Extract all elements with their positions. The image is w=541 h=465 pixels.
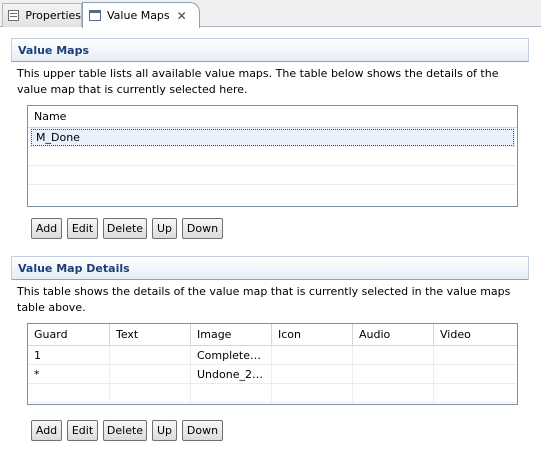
add-value-map-button[interactable]: Add [31, 218, 62, 239]
value-map-details-table[interactable]: Guard Text Image Icon Audio Video 1 Comp… [27, 323, 518, 405]
details-table-header: Guard Text Image Icon Audio Video [28, 324, 517, 346]
value-maps-icon [89, 10, 101, 21]
audio-cell[interactable] [353, 365, 434, 383]
table-row[interactable]: M_Done [30, 128, 515, 147]
properties-icon [8, 10, 20, 21]
view-tab-bar: Properties Value Maps ✕ [0, 0, 541, 28]
image-cell[interactable]: Complete… [191, 346, 272, 364]
video-cell[interactable] [434, 346, 517, 364]
column-header-name[interactable]: Name [28, 106, 517, 127]
value-map-details-section-title: Value Map Details [11, 256, 529, 280]
edit-value-map-button[interactable]: Edit [67, 218, 98, 239]
delete-detail-button[interactable]: Delete [103, 420, 147, 441]
icon-cell[interactable] [272, 346, 353, 364]
value-maps-section: Value Maps This upper table lists all av… [11, 38, 529, 98]
table-row[interactable]: 1 Complete… [28, 346, 517, 365]
add-detail-button[interactable]: Add [31, 420, 62, 441]
edit-detail-button[interactable]: Edit [67, 420, 98, 441]
move-down-value-map-button[interactable]: Down [182, 218, 223, 239]
column-header-video[interactable]: Video [434, 324, 517, 345]
table-row-empty[interactable] [28, 384, 517, 403]
move-down-detail-button[interactable]: Down [182, 420, 223, 441]
tab-properties[interactable]: Properties [2, 3, 82, 27]
column-header-image[interactable]: Image [191, 324, 272, 345]
video-cell[interactable] [434, 365, 517, 383]
close-icon[interactable]: ✕ [177, 10, 187, 22]
value-maps-description: This upper table lists all available val… [17, 67, 499, 96]
table-row-empty[interactable] [28, 166, 517, 185]
icon-cell[interactable] [272, 365, 353, 383]
move-up-value-map-button[interactable]: Up [152, 218, 177, 239]
guard-cell[interactable]: * [28, 365, 110, 383]
value-map-details-section: Value Map Details This table shows the d… [11, 256, 529, 316]
table-row-empty[interactable] [28, 147, 517, 166]
text-cell[interactable] [110, 346, 191, 364]
tab-properties-label: Properties [25, 9, 81, 22]
column-header-icon[interactable]: Icon [272, 324, 353, 345]
value-map-name-cell[interactable]: M_Done [30, 128, 515, 146]
tab-value-maps-label: Value Maps [107, 9, 170, 22]
column-header-text[interactable]: Text [110, 324, 191, 345]
table-row[interactable]: * Undone_2… [28, 365, 517, 384]
audio-cell[interactable] [353, 346, 434, 364]
value-maps-table-header: Name [28, 106, 517, 128]
value-map-details-description: This table shows the details of the valu… [17, 285, 511, 314]
tab-value-maps[interactable]: Value Maps ✕ [82, 2, 200, 28]
column-header-guard[interactable]: Guard [28, 324, 110, 345]
value-maps-section-title: Value Maps [11, 38, 529, 62]
guard-cell[interactable]: 1 [28, 346, 110, 364]
text-cell[interactable] [110, 365, 191, 383]
image-cell[interactable]: Undone_2… [191, 365, 272, 383]
value-maps-button-row: Add Edit Delete Up Down [31, 218, 223, 239]
delete-value-map-button[interactable]: Delete [103, 218, 147, 239]
column-header-audio[interactable]: Audio [353, 324, 434, 345]
value-maps-table[interactable]: Name M_Done [27, 105, 518, 207]
details-button-row: Add Edit Delete Up Down [31, 420, 223, 441]
move-up-detail-button[interactable]: Up [152, 420, 177, 441]
